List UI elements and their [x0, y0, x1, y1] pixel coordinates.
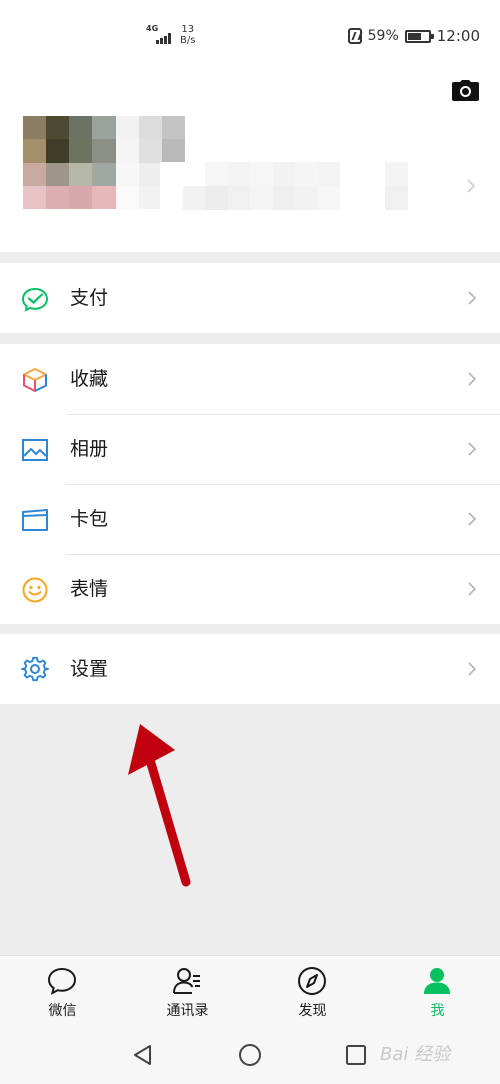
cube-icon	[23, 368, 47, 392]
home-icon[interactable]	[238, 1043, 262, 1067]
compass-icon	[298, 967, 326, 995]
wallet-check-icon	[21, 287, 49, 312]
menu-item-label: 设置	[70, 658, 109, 680]
speed-unit: B/s	[180, 35, 196, 46]
system-navigation-bar: Bai 经验	[0, 1025, 500, 1084]
status-right: 59% 12:00	[347, 26, 480, 46]
username-blurred	[160, 162, 430, 210]
contacts-icon	[173, 968, 200, 994]
tab-label: 发现	[298, 1003, 327, 1019]
network-speed: 13 B/s	[180, 24, 195, 46]
back-icon[interactable]	[131, 1043, 155, 1067]
recents-icon[interactable]	[344, 1043, 368, 1067]
nfc-icon	[347, 28, 362, 44]
camera-icon[interactable]	[452, 80, 479, 101]
battery-fill	[407, 32, 421, 40]
smiley-icon	[22, 577, 48, 603]
tab-label: 通讯录	[166, 1003, 209, 1019]
tab-me[interactable]: 我	[375, 956, 500, 1026]
chevron-right-icon	[468, 662, 477, 676]
clock: 12:00	[436, 27, 480, 45]
chevron-right-icon	[468, 291, 477, 305]
tab-label: 我	[430, 1003, 445, 1019]
menu-group-main: 收藏 相册 卡包 表情	[0, 344, 500, 624]
menu-item-settings[interactable]: 设置	[0, 634, 500, 704]
menu-item-label: 收藏	[70, 368, 109, 390]
menu-item-stickers[interactable]: 表情	[0, 554, 500, 624]
tab-discover[interactable]: 发现	[250, 956, 375, 1026]
person-icon	[424, 968, 450, 994]
menu-item-label: 支付	[70, 287, 109, 309]
tab-bar: 微信 通讯录 发现 我	[0, 955, 500, 1025]
chevron-right-icon	[468, 582, 477, 596]
menu-item-album[interactable]: 相册	[0, 414, 500, 484]
chat-bubble-icon	[47, 967, 77, 995]
menu-group-pay: 支付	[0, 263, 500, 333]
tab-contacts[interactable]: 通讯录	[125, 956, 250, 1026]
menu-item-label: 表情	[70, 578, 109, 600]
tab-label: 微信	[48, 1003, 77, 1019]
chevron-right-icon	[467, 179, 476, 193]
speed-value: 13	[181, 24, 195, 35]
menu-item-label: 相册	[70, 438, 109, 460]
menu-item-pay[interactable]: 支付	[0, 263, 500, 333]
menu-item-cards[interactable]: 卡包	[0, 484, 500, 554]
chevron-right-icon	[468, 442, 477, 456]
status-bar: 4G 13 B/s 59% 12:00	[0, 0, 500, 70]
menu-group-settings: 设置	[0, 634, 500, 704]
menu-item-label: 卡包	[70, 508, 109, 530]
chevron-right-icon	[468, 372, 477, 386]
card-icon	[22, 509, 48, 531]
watermark: Bai 经验	[380, 1044, 451, 1065]
battery-icon	[404, 29, 434, 43]
chevron-right-icon	[468, 512, 477, 526]
battery-percent: 59%	[367, 28, 399, 44]
menu-item-favorites[interactable]: 收藏	[0, 344, 500, 414]
annotation-arrow	[128, 724, 191, 887]
gear-icon	[21, 656, 49, 682]
profile-header[interactable]	[0, 70, 500, 252]
tab-chats[interactable]: 微信	[0, 956, 125, 1026]
picture-icon	[22, 439, 48, 461]
signal-icon	[148, 32, 172, 44]
